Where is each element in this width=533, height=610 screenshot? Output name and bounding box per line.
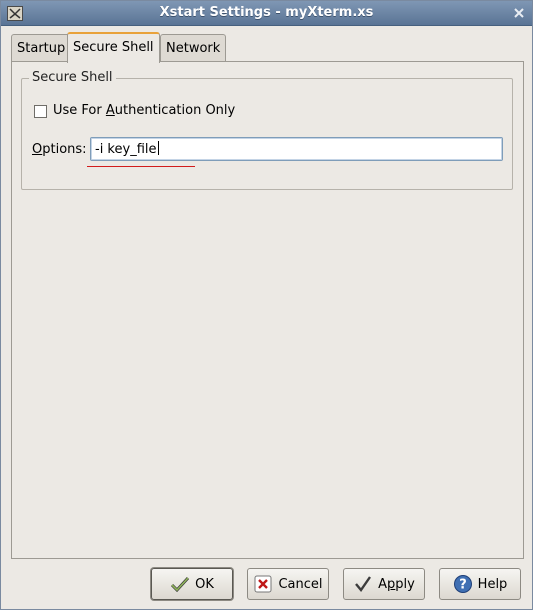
secure-shell-panel: Secure Shell Use For Authentication Only…	[11, 61, 524, 559]
options-input-value: -i key_file	[95, 142, 157, 157]
cancel-button[interactable]: Cancel	[247, 568, 329, 600]
help-button[interactable]: ? Help	[439, 568, 521, 600]
help-label: Help	[477, 576, 508, 592]
options-input[interactable]: -i key_file	[90, 137, 503, 161]
x-icon	[254, 575, 272, 593]
tab-startup[interactable]: Startup	[11, 34, 72, 62]
secure-shell-frame	[21, 78, 513, 190]
apply-button[interactable]: Apply	[343, 568, 425, 600]
auth-only-checkbox[interactable]	[34, 105, 47, 118]
cancel-label: Cancel	[278, 576, 323, 592]
apply-label: Apply	[378, 576, 415, 592]
tab-label: Startup	[17, 41, 66, 56]
tab-label: Network	[166, 41, 221, 56]
frame-title: Secure Shell	[29, 70, 116, 85]
ok-label: OK	[195, 576, 214, 592]
spellcheck-underline	[87, 166, 195, 167]
svg-text:?: ?	[459, 578, 467, 593]
tab-secure-shell[interactable]: Secure Shell	[67, 32, 160, 63]
text-caret	[157, 141, 159, 155]
tab-label: Secure Shell	[73, 40, 154, 55]
ok-button[interactable]: OK	[151, 568, 233, 600]
dialog-window: Xstart Settings - myXterm.xs Startup Sec…	[0, 0, 533, 610]
title-bar[interactable]: Xstart Settings - myXterm.xs	[1, 1, 532, 26]
check-arrow-icon	[171, 576, 190, 593]
checkmark-icon	[355, 576, 372, 592]
question-icon: ?	[453, 575, 472, 593]
options-label: Options:	[32, 142, 87, 157]
close-icon[interactable]	[512, 6, 526, 20]
tab-network[interactable]: Network	[160, 34, 227, 62]
window-title: Xstart Settings - myXterm.xs	[159, 5, 374, 20]
auth-only-label[interactable]: Use For Authentication Only	[53, 103, 235, 118]
